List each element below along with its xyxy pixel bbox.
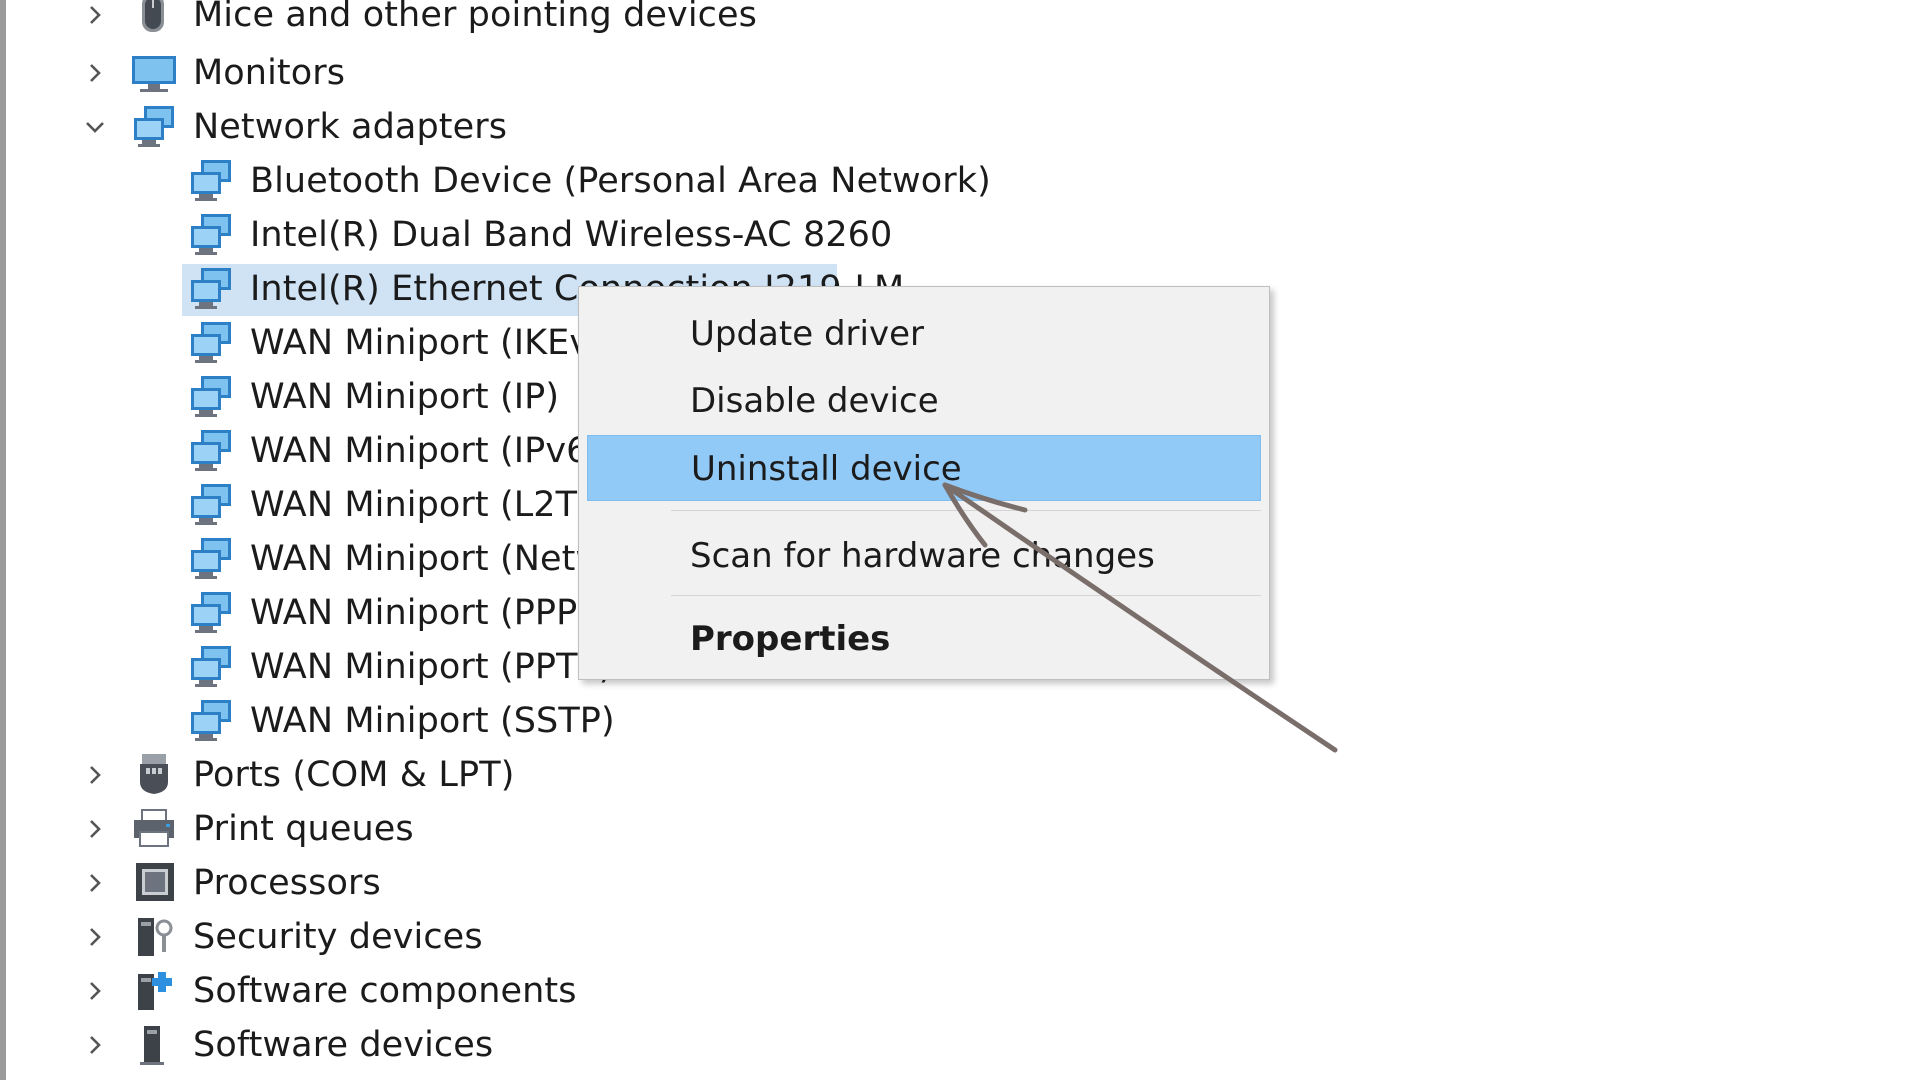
- menu-item-label: Properties: [690, 619, 891, 659]
- menu-item-label: Update driver: [690, 314, 924, 354]
- menu-item-scan-hardware-changes[interactable]: Scan for hardware changes: [587, 523, 1261, 589]
- tree-device-label: WAN Miniport (PPTP): [250, 647, 613, 687]
- tree-category-label: Print queues: [193, 809, 414, 849]
- network-adapter-icon: [187, 698, 235, 744]
- network-adapter-icon: [187, 266, 235, 312]
- tree-category-label: Network adapters: [193, 107, 508, 147]
- network-adapter-icon: [187, 212, 235, 258]
- tree-category-network-adapters[interactable]: Network adapters: [0, 100, 1300, 154]
- menu-item-label: Disable device: [690, 381, 939, 421]
- tree-category-label: Processors: [193, 863, 381, 903]
- chevron-right-icon[interactable]: [75, 748, 115, 802]
- tree-device-label: WAN Miniport (IP): [250, 377, 560, 417]
- network-adapter-icon: [187, 482, 235, 528]
- tree-device-label: Bluetooth Device (Personal Area Network): [250, 161, 991, 201]
- tree-device-label: WAN Miniport (IKEv2): [250, 323, 627, 363]
- printer-icon: [130, 806, 178, 852]
- context-menu: Update driver Disable device Uninstall d…: [578, 286, 1270, 680]
- chevron-right-icon[interactable]: [75, 0, 115, 42]
- tree-category-mice[interactable]: Mice and other pointing devices: [0, 0, 1300, 42]
- chevron-right-icon[interactable]: [75, 964, 115, 1018]
- chevron-right-icon[interactable]: [75, 46, 115, 100]
- menu-item-label: Uninstall device: [691, 449, 962, 489]
- tree-category-label: Ports (COM & LPT): [193, 755, 515, 795]
- chevron-down-icon[interactable]: [75, 100, 115, 154]
- chevron-right-icon[interactable]: [75, 1018, 115, 1072]
- tree-device-label: WAN Miniport (IPv6): [250, 431, 603, 471]
- tree-category-label: Software components: [193, 971, 577, 1011]
- tree-category-print-queues[interactable]: Print queues: [0, 802, 1300, 856]
- chevron-right-icon[interactable]: [75, 856, 115, 910]
- security-device-icon: [130, 914, 178, 960]
- menu-item-label: Scan for hardware changes: [690, 536, 1155, 576]
- tree-device-item[interactable]: Bluetooth Device (Personal Area Network): [0, 154, 1300, 208]
- tree-category-label: Security devices: [193, 917, 483, 957]
- tree-device-label: Intel(R) Dual Band Wireless-AC 8260: [250, 215, 893, 255]
- tree-device-item[interactable]: Intel(R) Dual Band Wireless-AC 8260: [0, 208, 1300, 262]
- chevron-right-icon[interactable]: [75, 910, 115, 964]
- menu-separator: [671, 510, 1261, 511]
- network-adapter-icon: [187, 158, 235, 204]
- tree-category-ports[interactable]: Ports (COM & LPT): [0, 748, 1300, 802]
- tree-category-software-devices[interactable]: Software devices: [0, 1018, 1300, 1072]
- software-component-icon: [130, 968, 178, 1014]
- tree-category-monitors[interactable]: Monitors: [0, 46, 1300, 100]
- software-device-icon: [130, 1022, 178, 1068]
- chevron-right-icon[interactable]: [75, 802, 115, 856]
- network-adapter-icon: [187, 320, 235, 366]
- tree-category-label: Software devices: [193, 1025, 494, 1065]
- tree-category-software-components[interactable]: Software components: [0, 964, 1300, 1018]
- network-adapter-icon: [130, 104, 178, 150]
- mouse-icon: [130, 0, 178, 38]
- processor-icon: [130, 860, 178, 906]
- network-adapter-icon: [187, 644, 235, 690]
- menu-separator: [671, 595, 1261, 596]
- tree-device-label: WAN Miniport (L2TP): [250, 485, 613, 525]
- tree-category-label: Mice and other pointing devices: [193, 0, 757, 35]
- network-adapter-icon: [187, 428, 235, 474]
- tree-category-label: Monitors: [193, 53, 346, 93]
- port-icon: [130, 752, 178, 798]
- tree-category-security-devices[interactable]: Security devices: [0, 910, 1300, 964]
- menu-item-properties[interactable]: Properties: [587, 606, 1261, 672]
- monitor-icon: [130, 50, 178, 96]
- tree-category-processors[interactable]: Processors: [0, 856, 1300, 910]
- tree-device-label: WAN Miniport (SSTP): [250, 701, 615, 741]
- device-manager-window: Mice and other pointing devices Monitors…: [0, 0, 1920, 1080]
- menu-item-update-driver[interactable]: Update driver: [587, 301, 1261, 367]
- network-adapter-icon: [187, 536, 235, 582]
- menu-item-disable-device[interactable]: Disable device: [587, 368, 1261, 434]
- network-adapter-icon: [187, 590, 235, 636]
- tree-device-item[interactable]: WAN Miniport (SSTP): [0, 694, 1300, 748]
- menu-item-uninstall-device[interactable]: Uninstall device: [587, 435, 1261, 501]
- network-adapter-icon: [187, 374, 235, 420]
